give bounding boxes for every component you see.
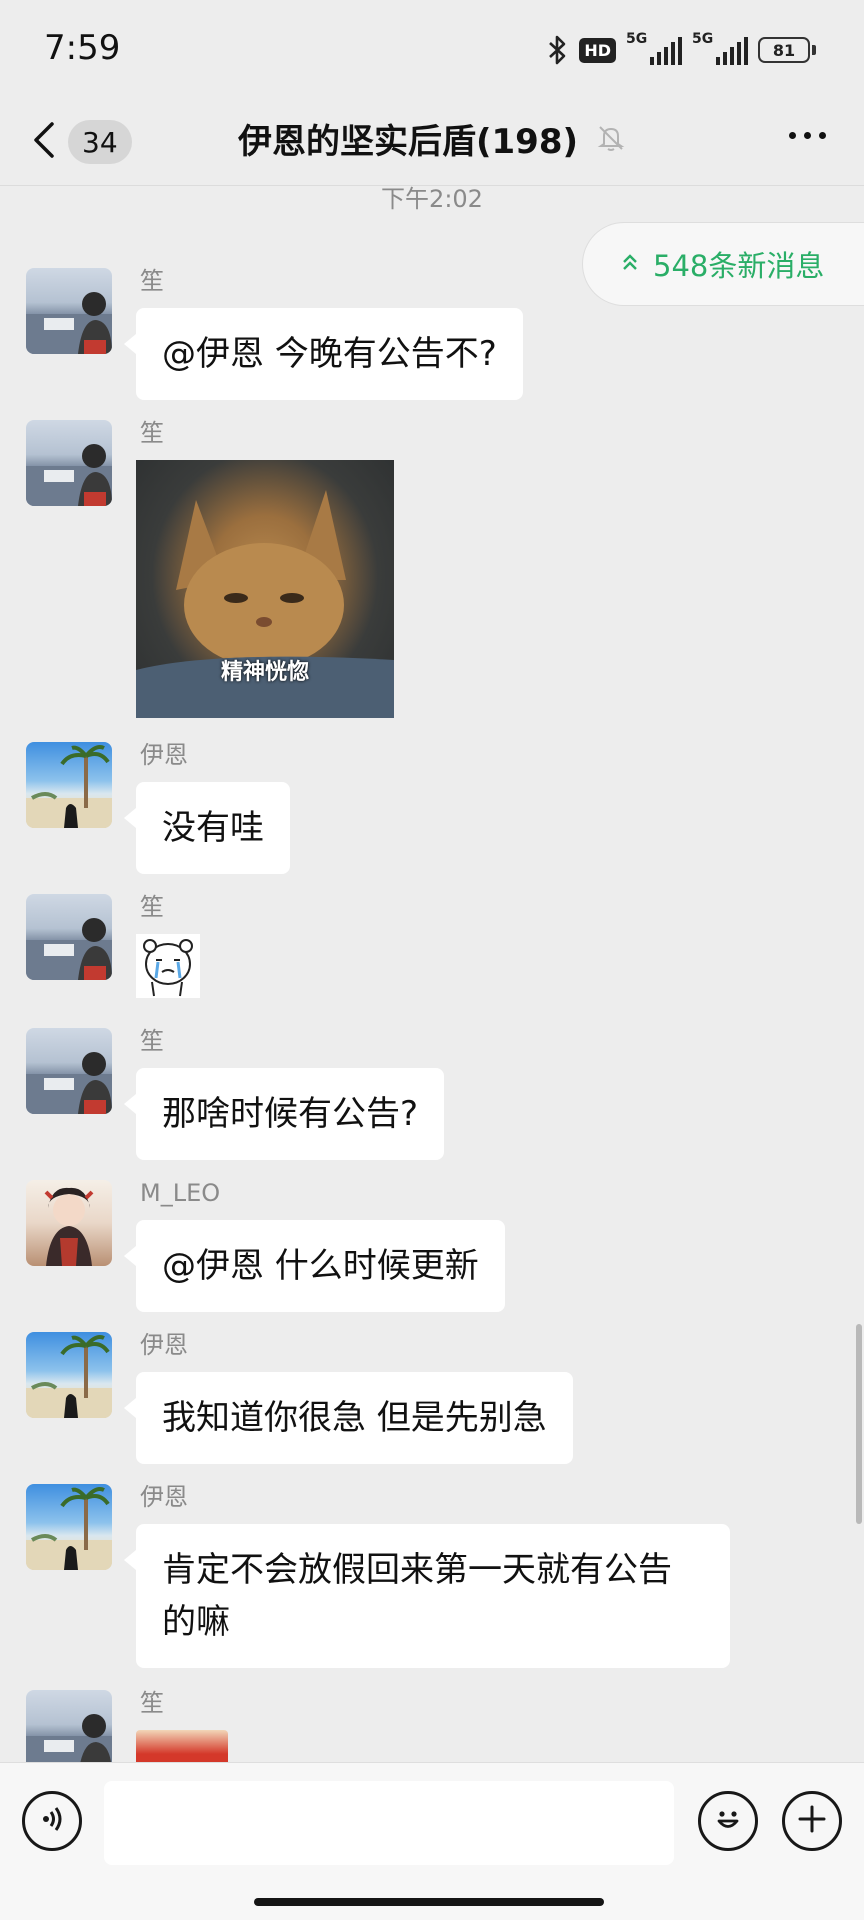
crying-bear-sticker[interactable] bbox=[136, 934, 200, 998]
message-bubble[interactable]: 肯定不会放假回来第一天就有公告的嘛 bbox=[124, 1524, 730, 1668]
signal-icon-1: 5G bbox=[626, 31, 682, 65]
network-type-2: 5G bbox=[692, 31, 714, 47]
home-indicator[interactable] bbox=[254, 1898, 604, 1906]
new-messages-button[interactable]: 548条新消息 bbox=[582, 222, 864, 306]
sender-name: 笙 bbox=[140, 893, 164, 921]
gesture-bar-area bbox=[0, 1880, 864, 1920]
sender-name: 笙 bbox=[140, 1027, 164, 1055]
avatar[interactable] bbox=[26, 1180, 112, 1266]
sender-name: 伊恩 bbox=[140, 1483, 188, 1511]
input-bar bbox=[0, 1762, 864, 1880]
avatar[interactable] bbox=[26, 1332, 112, 1418]
message-bubble[interactable]: @伊恩 今晚有公告不? bbox=[124, 308, 523, 400]
status-icons: HD 5G 5G 81 bbox=[547, 30, 816, 70]
avatar[interactable] bbox=[26, 742, 112, 828]
sender-name: 笙 bbox=[140, 419, 164, 447]
more-icon bbox=[789, 132, 826, 139]
chat-message-list[interactable]: 下午2:02 548条新消息 笙 @伊恩 今晚有公告不? 笙 精神恍惚 伊恩 没… bbox=[0, 186, 864, 1762]
bluetooth-icon bbox=[547, 34, 569, 66]
scrollbar[interactable] bbox=[856, 1324, 862, 1524]
sender-name: 伊恩 bbox=[140, 741, 188, 769]
status-bar: 7:59 HD 5G 5G 81 bbox=[0, 0, 864, 100]
more-actions-button[interactable] bbox=[782, 1791, 842, 1851]
message-input[interactable] bbox=[104, 1781, 674, 1865]
avatar[interactable] bbox=[26, 1484, 112, 1570]
emoji-button[interactable] bbox=[698, 1791, 758, 1851]
message-bubble[interactable]: 我知道你很急 但是先别急 bbox=[124, 1372, 573, 1464]
mute-bell-icon bbox=[596, 114, 626, 170]
sticker-image[interactable] bbox=[136, 1730, 228, 1762]
new-messages-label: 548条新消息 bbox=[653, 249, 825, 283]
chat-title-area: 伊恩的坚实后盾(198) bbox=[0, 114, 864, 170]
voice-input-button[interactable] bbox=[22, 1791, 82, 1851]
message-bubble[interactable]: 没有哇 bbox=[124, 782, 290, 874]
signal-icon-2: 5G bbox=[692, 31, 748, 65]
emoji-icon bbox=[711, 1802, 745, 1840]
message-bubble[interactable]: @伊恩 什么时候更新 bbox=[124, 1220, 505, 1312]
hd-voice-badge: HD bbox=[579, 37, 616, 63]
page-title: 伊恩的坚实后盾(198) bbox=[237, 122, 579, 162]
message-bubble[interactable]: 那啥时候有公告? bbox=[123, 1068, 445, 1160]
sender-name: M_LEO bbox=[140, 1179, 221, 1207]
avatar[interactable] bbox=[26, 894, 112, 980]
status-time: 7:59 bbox=[44, 28, 121, 68]
time-separator: 下午2:02 bbox=[381, 186, 483, 213]
more-button[interactable] bbox=[789, 132, 826, 139]
voice-icon bbox=[36, 1803, 68, 1839]
battery-level: 81 bbox=[758, 37, 810, 63]
avatar[interactable] bbox=[26, 1690, 112, 1762]
chat-header: 34 伊恩的坚实后盾(198) bbox=[0, 100, 864, 186]
network-type-1: 5G bbox=[626, 31, 648, 47]
avatar[interactable] bbox=[26, 420, 112, 506]
cat-sticker-image[interactable]: 精神恍惚 bbox=[136, 460, 394, 718]
sticker-caption: 精神恍惚 bbox=[220, 660, 309, 685]
double-up-arrow-icon bbox=[621, 247, 639, 281]
battery-icon: 81 bbox=[758, 37, 816, 63]
sender-name: 笙 bbox=[140, 1689, 164, 1717]
sender-name: 伊恩 bbox=[140, 1331, 188, 1359]
avatar[interactable] bbox=[26, 268, 112, 354]
avatar[interactable] bbox=[26, 1028, 112, 1114]
plus-icon bbox=[796, 1803, 828, 1839]
sender-name: 笙 bbox=[140, 267, 164, 295]
